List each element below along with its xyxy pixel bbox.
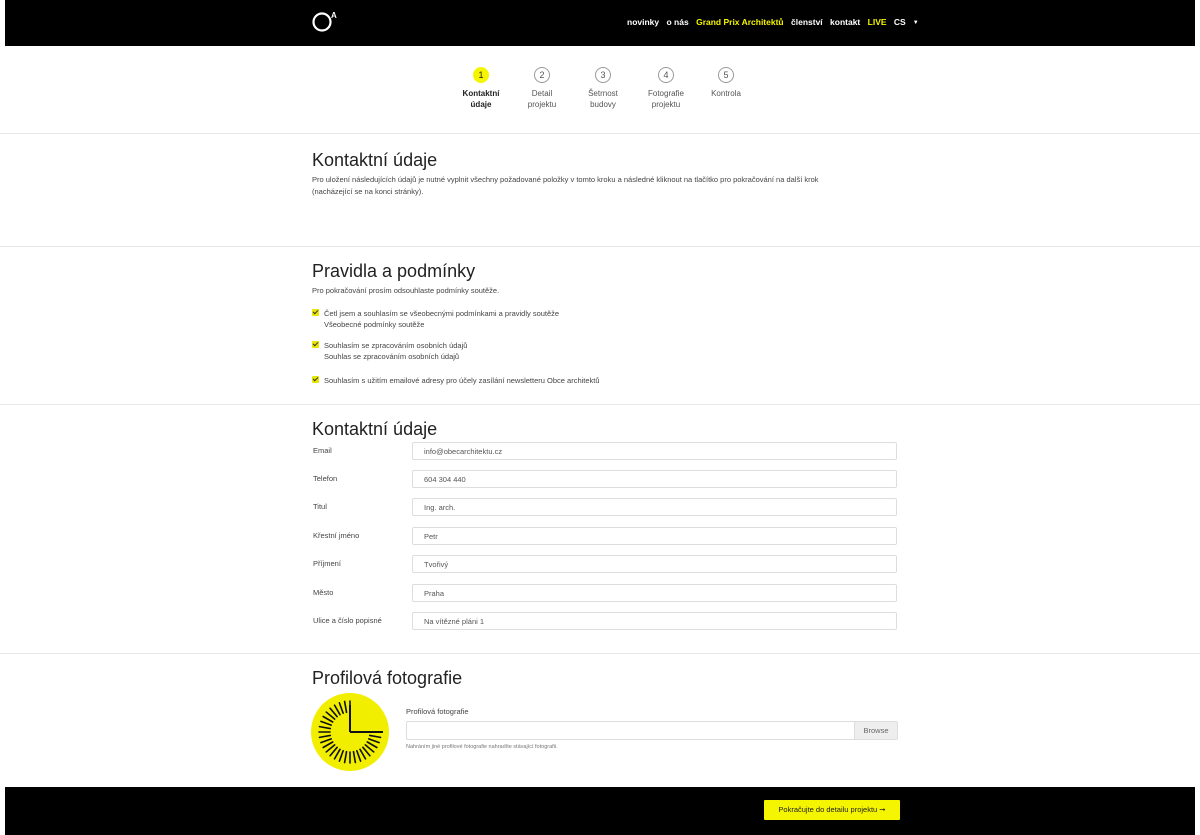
main-nav: novinky o nás Grand Prix Architektů člen…: [627, 17, 929, 27]
checkbox-checked-icon[interactable]: [312, 309, 319, 316]
step-number: 2: [534, 67, 550, 83]
checkbox-label: Souhlasím s užitím emailové adresy pro ú…: [324, 376, 600, 385]
nav-link-about[interactable]: o nás: [667, 17, 689, 27]
step-sustainability[interactable]: 3 Šetrnost budovy: [573, 64, 633, 110]
nav-link-news[interactable]: novinky: [627, 17, 659, 27]
field-label: Email: [313, 446, 332, 455]
divider: [0, 246, 1200, 247]
continue-button[interactable]: Pokračujte do detailu projektu ➞: [764, 800, 900, 820]
step-number: 4: [658, 67, 674, 83]
city-input[interactable]: Praha: [412, 584, 897, 602]
gdpr-link[interactable]: Souhlas se zpracováním osobních údajů: [324, 352, 459, 361]
field-label: Město: [313, 588, 334, 597]
field-row-street: Ulice a číslo popisné Na vítězné pláni 1: [313, 612, 899, 631]
field-row-title: Titul Ing. arch.: [313, 498, 899, 517]
step-label: Šetrnost budovy: [588, 89, 618, 109]
intro-text: Pro uložení následujících údajů je nutné…: [312, 175, 819, 196]
checkbox-newsletter[interactable]: Souhlasím s užitím emailové adresy pro ú…: [312, 375, 600, 386]
checkbox-terms[interactable]: Četl jsem a souhlasím se všeobecnými pod…: [312, 308, 559, 330]
profile-photo-help: Nahráním jiné profilové fotografie nahra…: [406, 744, 558, 750]
step-number: 1: [473, 67, 489, 83]
checkbox-checked-icon[interactable]: [312, 341, 319, 348]
step-number: 5: [718, 67, 734, 83]
field-label: Titul: [313, 502, 327, 511]
phone-input[interactable]: 604 304 440: [412, 470, 897, 488]
wizard-stepper: 1 Kontaktní údaje 2 Detail projektu 3 Šetr…: [0, 64, 1200, 124]
step-contact[interactable]: 1 Kontaktní údaje: [451, 64, 511, 110]
last-name-input[interactable]: Tvořivý: [412, 555, 897, 573]
language-dropdown[interactable]: CS ▼: [894, 17, 924, 27]
email-input[interactable]: info@obecarchitektu.cz: [412, 442, 897, 460]
nav-link-grand-prix[interactable]: Grand Prix Architektů: [696, 17, 784, 27]
profile-photo-label: Profilová fotografie: [406, 707, 469, 716]
terms-subtitle: Pro pokračování prosím odsouhlaste podmí…: [312, 286, 500, 295]
field-row-last-name: Příjmení Tvořivý: [313, 555, 899, 574]
checkbox-gdpr[interactable]: Souhlasím se zpracováním osobních údajů …: [312, 340, 467, 362]
field-label: Ulice a číslo popisné: [313, 616, 382, 625]
intro-heading: Kontaktní údaje: [312, 150, 438, 170]
profile-photo: [311, 693, 389, 771]
field-row-email: Email info@obecarchitektu.cz: [313, 442, 899, 461]
chevron-down-icon: ▼: [912, 20, 919, 26]
checkbox-label: Četl jsem a souhlasím se všeobecnými pod…: [324, 309, 560, 318]
checkbox-label: Souhlasím se zpracováním osobních údajů: [324, 341, 468, 350]
contact-heading: Kontaktní údaje: [312, 419, 438, 439]
terms-heading: Pravidla a podmínky: [312, 261, 476, 281]
nav-link-contact[interactable]: kontakt: [830, 17, 860, 27]
step-review[interactable]: 5 Kontrola: [696, 64, 756, 99]
step-number: 3: [595, 67, 611, 83]
field-row-city: Město Praha: [313, 584, 899, 603]
browse-button[interactable]: Browse: [854, 722, 897, 739]
logo-icon[interactable]: A: [312, 9, 338, 35]
checkbox-checked-icon[interactable]: [312, 376, 319, 383]
language-label: CS: [893, 17, 906, 27]
step-label: Kontrola: [711, 89, 741, 98]
terms-link[interactable]: Všeobecné podmínky soutěže: [324, 320, 424, 329]
field-label: Telefon: [313, 474, 338, 483]
first-name-input[interactable]: Petr: [412, 527, 897, 545]
step-label: Kontaktní údaje: [462, 89, 500, 109]
profile-photo-file-input[interactable]: Browse: [406, 721, 898, 740]
nav-link-membership[interactable]: členství: [791, 17, 823, 27]
field-label: Příjmení: [313, 559, 341, 568]
footer-bar: [5, 787, 1195, 835]
profile-heading: Profilová fotografie: [312, 668, 463, 688]
field-row-first-name: Křestní jméno Petr: [313, 527, 899, 546]
divider: [0, 133, 1200, 134]
step-label: Fotografie projektu: [647, 89, 685, 109]
title-input[interactable]: Ing. arch.: [412, 498, 897, 516]
step-project-photos[interactable]: 4 Fotografie projektu: [636, 64, 696, 110]
top-navbar: A novinky o nás Grand Prix Architektů čl…: [5, 0, 1195, 46]
step-project-detail[interactable]: 2 Detail projektu: [512, 64, 572, 110]
svg-text:A: A: [331, 11, 337, 20]
field-label: Křestní jméno: [313, 531, 360, 540]
street-input[interactable]: Na vítězné pláni 1: [412, 612, 897, 630]
divider: [0, 653, 1200, 654]
nav-link-live[interactable]: LIVE: [868, 17, 887, 27]
field-row-phone: Telefon 604 304 440: [313, 470, 899, 489]
divider: [0, 404, 1200, 405]
step-label: Detail projektu: [527, 89, 557, 109]
